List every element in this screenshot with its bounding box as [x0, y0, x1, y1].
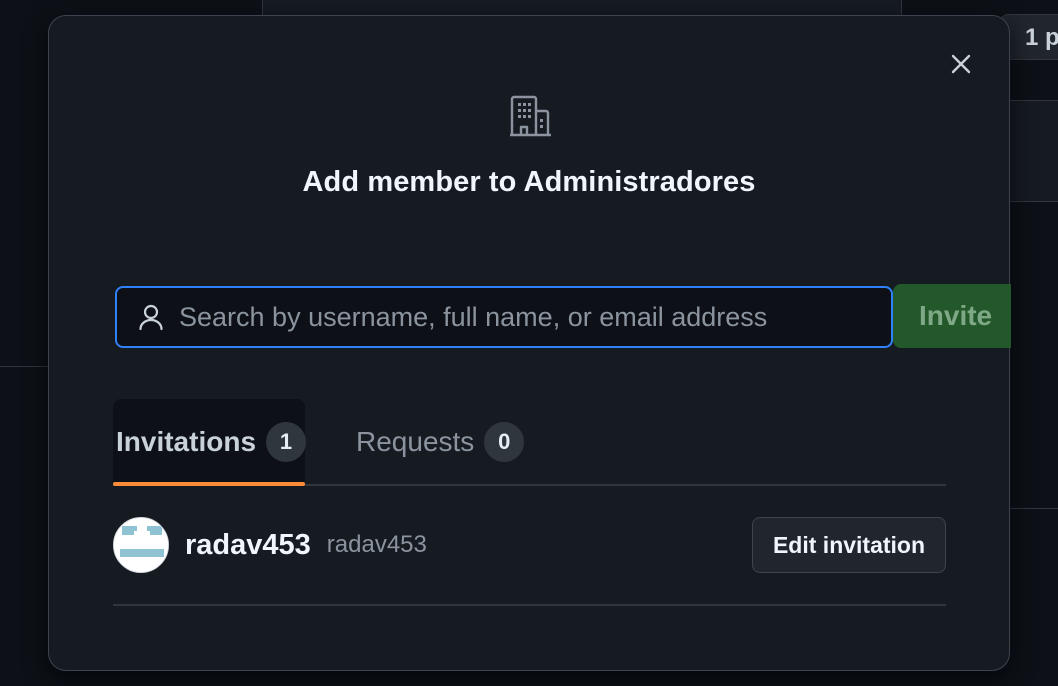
avatar	[113, 517, 169, 573]
invite-button[interactable]: Invite	[893, 284, 1011, 348]
organization-icon	[510, 95, 551, 137]
list-item: radav453 radav453 Edit invitation	[113, 486, 946, 606]
member-tabs: Invitations 1 Requests 0	[113, 399, 946, 486]
member-username[interactable]: radav453	[185, 529, 311, 562]
dialog-title: Add member to Administradores	[302, 166, 756, 198]
tab-requests[interactable]: Requests 0	[356, 399, 525, 484]
member-login: radav453	[326, 531, 427, 558]
close-button[interactable]	[947, 50, 975, 78]
tab-invitations-label: Invitations	[116, 425, 257, 457]
tab-requests-label: Requests	[356, 425, 475, 457]
tab-invitations[interactable]: Invitations 1	[113, 399, 307, 486]
person-icon	[139, 304, 163, 331]
identicon-image	[114, 518, 168, 572]
search-field[interactable]	[115, 286, 893, 348]
x-icon	[951, 54, 971, 74]
add-member-dialog: Add member to Administradores Invite Inv…	[48, 15, 1011, 671]
background-panel-lower	[1010, 200, 1058, 509]
invitations-count-badge: 1	[266, 421, 307, 462]
requests-count-badge: 0	[484, 421, 525, 462]
edit-invitation-button[interactable]: Edit invitation	[752, 517, 946, 573]
background-divider	[0, 366, 48, 367]
background-panel	[1010, 100, 1058, 202]
search-input[interactable]	[179, 301, 891, 333]
